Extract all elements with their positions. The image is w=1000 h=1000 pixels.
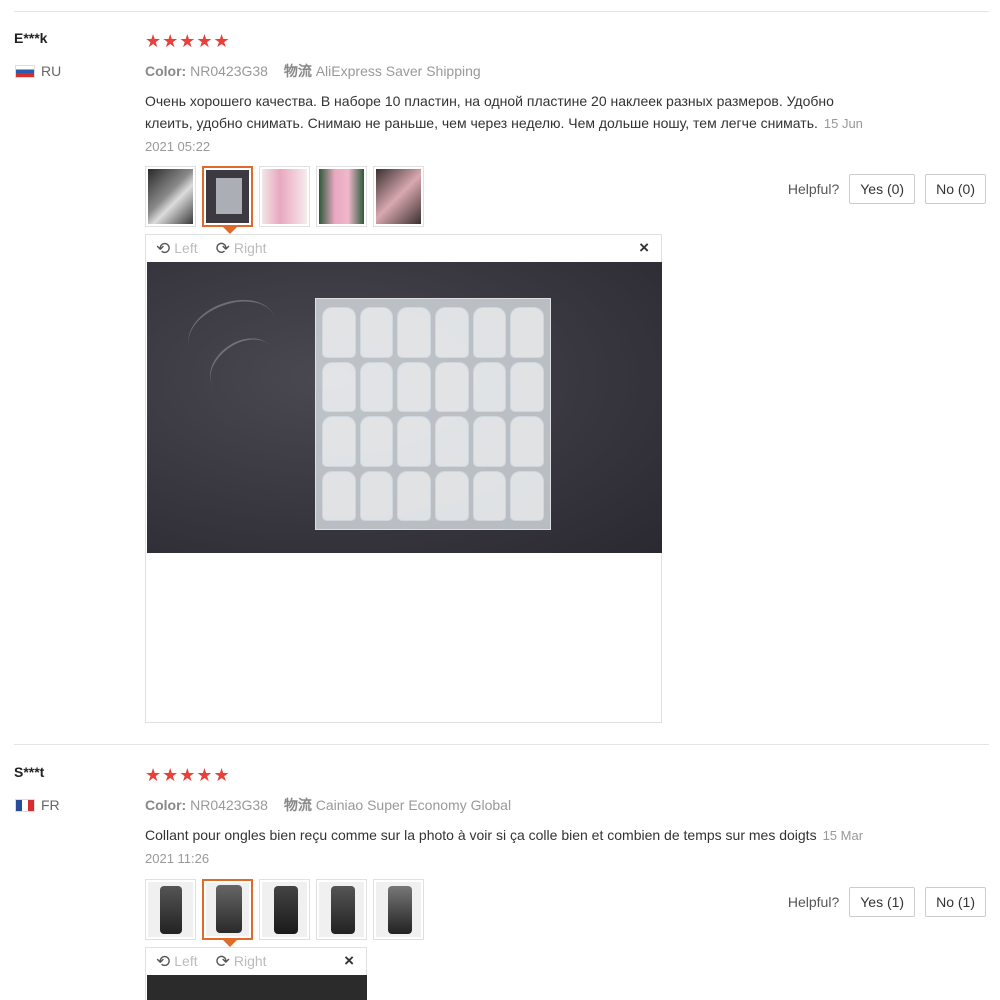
color-label: Color: [145,63,187,79]
reviewer-name: S***t [14,764,45,780]
helpful-label: Helpful? [787,181,840,197]
photo-viewer: ⟲ Left ⟳ Right × [145,234,662,723]
photo-thumbnail[interactable] [145,879,196,940]
photo-thumbnail[interactable] [259,166,310,227]
helpful-yes-button[interactable]: Yes (1) [849,887,916,917]
shipping-label: 物流 [283,797,312,813]
close-icon[interactable]: × [639,238,649,258]
enlarged-photo [147,262,662,553]
shipping-value: AliExpress Saver Shipping [315,63,481,79]
color-value: NR0423G38 [190,797,268,813]
viewer-toolbar: ⟲ Left ⟳ Right × [146,235,661,261]
close-icon[interactable]: × [344,951,354,971]
photo-thumbnail[interactable] [316,879,367,940]
review-text: Collant pour ongles bien reçu comme sur … [145,824,885,870]
photo-viewer: ⟲ Left ⟳ Right × [145,947,367,1000]
country-code: RU [41,63,62,79]
divider [14,11,989,12]
rotate-left-label[interactable]: Left [174,953,197,969]
photo-thumbnail[interactable] [373,166,424,227]
star-rating: ★★★★★ [145,31,231,51]
enlarged-photo [147,975,367,1000]
reviewer-name: E***k [14,30,48,46]
helpful-no-button[interactable]: No (1) [925,887,986,917]
review-text: Очень хорошего качества. В наборе 10 пла… [145,90,885,158]
helpful-vote: Helpful? Yes (1) No (1) [788,887,986,917]
photo-thumbnail[interactable] [316,166,367,227]
photo-thumbnails [145,166,424,234]
country-code: FR [41,797,60,813]
flag-fr-icon [15,798,35,812]
viewer-toolbar: ⟲ Left ⟳ Right × [146,948,366,974]
photo-thumbnail[interactable] [373,879,424,940]
rotate-right-label[interactable]: Right [234,240,267,256]
helpful-yes-button[interactable]: Yes (0) [849,174,916,204]
photo-thumbnail[interactable] [145,166,196,227]
rotate-right-label[interactable]: Right [234,953,267,969]
nail-sticker-sheet [315,298,551,530]
photo-thumbnail[interactable] [259,879,310,940]
helpful-no-button[interactable]: No (0) [925,174,986,204]
divider [14,744,989,745]
reviewer-country: RU [15,63,61,79]
rotate-right-icon[interactable]: ⟳ [216,953,230,970]
review-body: Collant pour ongles bien reçu comme sur … [145,827,817,843]
photo-thumbnails [145,879,424,947]
photo-thumbnail-selected[interactable] [202,166,253,234]
rotate-left-icon[interactable]: ⟲ [156,240,170,257]
rotate-left-icon[interactable]: ⟲ [156,953,170,970]
color-label: Color: [145,797,187,813]
star-rating: ★★★★★ [145,765,231,785]
color-value: NR0423G38 [190,63,268,79]
rotate-right-icon[interactable]: ⟳ [216,240,230,257]
review-meta: Color: NR0423G38 物流 AliExpress Saver Shi… [145,61,493,81]
helpful-vote: Helpful? Yes (0) No (0) [788,174,986,204]
helpful-label: Helpful? [787,894,840,910]
shipping-value: Cainiao Super Economy Global [315,797,512,813]
flag-ru-icon [15,64,35,78]
photo-thumbnail-selected[interactable] [202,879,253,947]
shipping-label: 物流 [283,63,312,79]
review-meta: Color: NR0423G38 物流 Cainiao Super Econom… [145,795,523,815]
review-body: Очень хорошего качества. В наборе 10 пла… [145,93,834,131]
rotate-left-label[interactable]: Left [174,240,197,256]
reviewer-country: FR [15,797,60,813]
